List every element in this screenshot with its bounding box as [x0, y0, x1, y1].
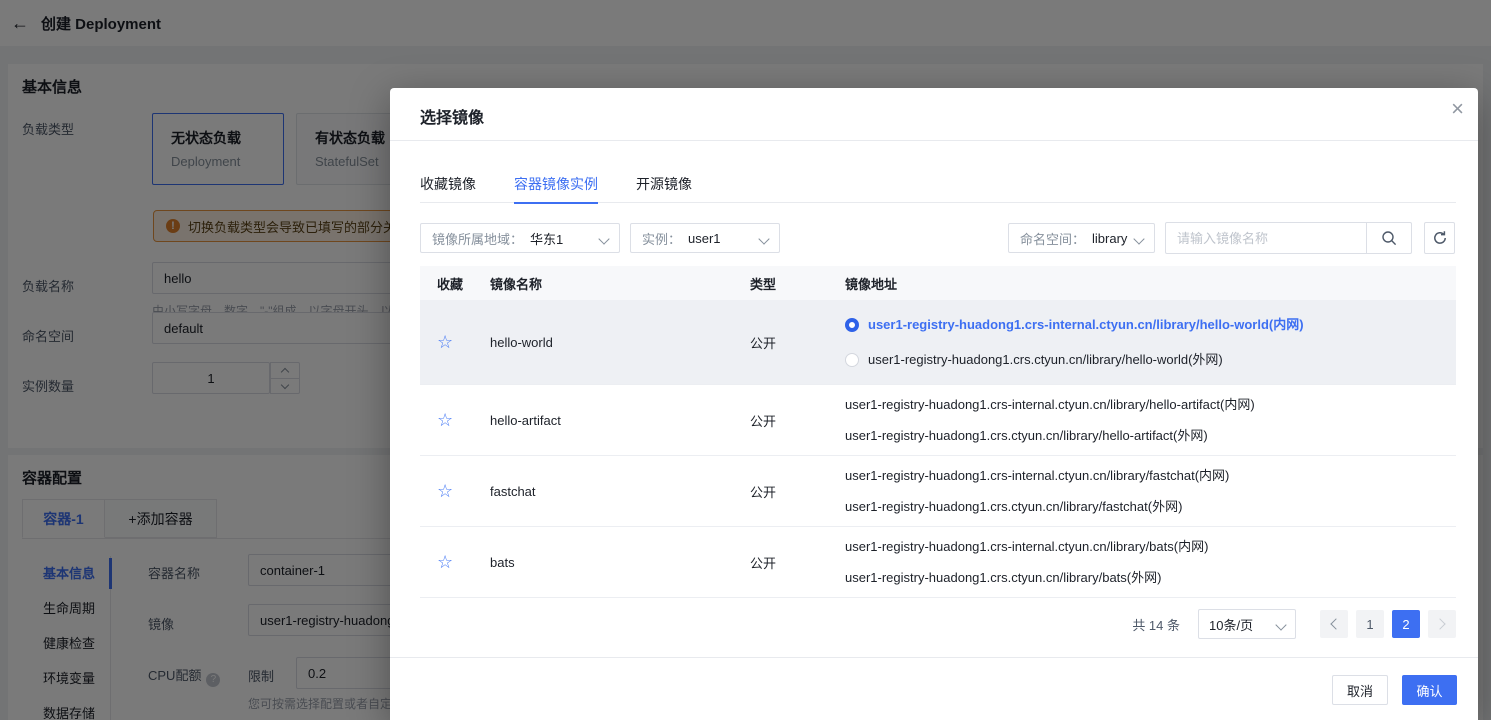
image-name: bats — [490, 554, 515, 570]
image-name: fastchat — [490, 483, 536, 499]
cancel-button[interactable]: 取消 — [1332, 675, 1388, 705]
image-name: hello-artifact — [490, 412, 561, 428]
col-favorite: 收藏 — [437, 276, 464, 292]
address-internal: user1-registry-huadong1.crs-internal.cty… — [845, 538, 1209, 554]
close-icon[interactable]: × — [1451, 98, 1464, 120]
screen: ← 创建 Deployment 基本信息 负载类型 无状态负载 Deployme… — [0, 0, 1491, 720]
search-icon — [1382, 231, 1397, 246]
chevron-down-icon — [1133, 231, 1145, 246]
col-image-address: 镜像地址 — [845, 276, 898, 292]
region-select-label: 镜像所属地域： — [432, 231, 524, 247]
star-icon[interactable]: ☆ — [437, 552, 453, 572]
col-image-name: 镜像名称 — [490, 276, 543, 292]
radio-unselected-icon[interactable] — [845, 352, 859, 367]
col-type: 类型 — [750, 276, 777, 292]
tab-container-image-instances[interactable]: 容器镜像实例 — [514, 163, 598, 204]
image-type: 公开 — [750, 413, 777, 429]
chevron-down-icon — [1275, 617, 1287, 632]
refresh-button[interactable] — [1424, 222, 1455, 254]
refresh-icon — [1433, 231, 1446, 244]
instance-select-label: 实例： — [642, 231, 682, 247]
tab-favorite-images[interactable]: 收藏镜像 — [420, 163, 476, 203]
prev-page-button[interactable] — [1320, 610, 1348, 638]
namespace-filter-value: library — [1092, 230, 1128, 246]
image-name: hello-world — [490, 334, 553, 350]
star-icon[interactable]: ☆ — [437, 481, 453, 501]
search-button[interactable] — [1366, 223, 1411, 253]
region-select-value: 华东1 — [530, 231, 564, 247]
modal-header-divider — [390, 140, 1478, 141]
namespace-filter-label: 命名空间： — [1020, 231, 1086, 247]
table-row-bats[interactable]: ☆ bats 公开 user1-registry-huadong1.crs-in… — [420, 527, 1456, 598]
page-button-1[interactable]: 1 — [1356, 610, 1384, 638]
next-page-button[interactable] — [1428, 610, 1456, 638]
address-text: user1-registry-huadong1.crs.ctyun.cn/lib… — [868, 351, 1223, 367]
region-select[interactable]: 镜像所属地域： 华东1 — [420, 223, 620, 253]
address-external: user1-registry-huadong1.crs.ctyun.cn/lib… — [845, 498, 1183, 514]
instance-select[interactable]: 实例： user1 — [630, 223, 780, 253]
modal-footer-divider — [390, 657, 1478, 658]
star-icon[interactable]: ☆ — [437, 332, 453, 352]
image-type: 公开 — [750, 335, 777, 351]
image-search-box — [1165, 222, 1412, 254]
image-type: 公开 — [750, 555, 777, 571]
namespace-filter-select[interactable]: 命名空间： library — [1008, 223, 1155, 253]
table-row-hello-artifact[interactable]: ☆ hello-artifact 公开 user1-registry-huado… — [420, 385, 1456, 456]
table-row-fastchat[interactable]: ☆ fastchat 公开 user1-registry-huadong1.cr… — [420, 456, 1456, 527]
address-internal: user1-registry-huadong1.crs-internal.cty… — [845, 467, 1230, 483]
tab-open-source-images[interactable]: 开源镜像 — [636, 163, 692, 203]
address-internal: user1-registry-huadong1.crs-internal.cty… — [845, 396, 1255, 412]
address-option-external[interactable]: user1-registry-huadong1.crs.ctyun.cn/lib… — [845, 350, 1456, 370]
modal-tabs: 收藏镜像 容器镜像实例 开源镜像 — [420, 163, 1456, 204]
image-type: 公开 — [750, 484, 777, 500]
chevron-down-icon — [598, 231, 610, 246]
chevron-down-icon — [758, 231, 770, 246]
image-table: 收藏 镜像名称 类型 镜像地址 ☆ hello-world 公开 user1-r… — [420, 266, 1456, 598]
confirm-button[interactable]: 确认 — [1402, 675, 1457, 705]
chevron-right-icon — [1434, 618, 1446, 630]
address-external: user1-registry-huadong1.crs.ctyun.cn/lib… — [845, 569, 1162, 585]
address-external: user1-registry-huadong1.crs.ctyun.cn/lib… — [845, 427, 1208, 443]
page-size-value: 10条/页 — [1209, 617, 1254, 633]
modal-title: 选择镜像 — [420, 110, 485, 127]
image-search-input[interactable] — [1166, 223, 1366, 253]
pagination-total: 共 14 条 — [1132, 617, 1180, 633]
select-image-modal: 选择镜像 × 收藏镜像 容器镜像实例 开源镜像 镜像所属地域： 华东1 实例： … — [390, 88, 1478, 720]
pagination: 共 14 条 10条/页 1 2 — [1132, 609, 1456, 639]
radio-selected-icon[interactable] — [845, 317, 859, 332]
page-button-2[interactable]: 2 — [1392, 610, 1420, 638]
address-text: user1-registry-huadong1.crs-internal.cty… — [868, 316, 1304, 332]
address-option-internal[interactable]: user1-registry-huadong1.crs-internal.cty… — [845, 315, 1456, 335]
instance-select-value: user1 — [688, 230, 721, 246]
chevron-left-icon — [1330, 618, 1342, 630]
table-row-hello-world[interactable]: ☆ hello-world 公开 user1-registry-huadong1… — [420, 300, 1456, 385]
star-icon[interactable]: ☆ — [437, 410, 453, 430]
page-size-select[interactable]: 10条/页 — [1198, 609, 1296, 639]
table-header: 收藏 镜像名称 类型 镜像地址 — [420, 266, 1456, 300]
